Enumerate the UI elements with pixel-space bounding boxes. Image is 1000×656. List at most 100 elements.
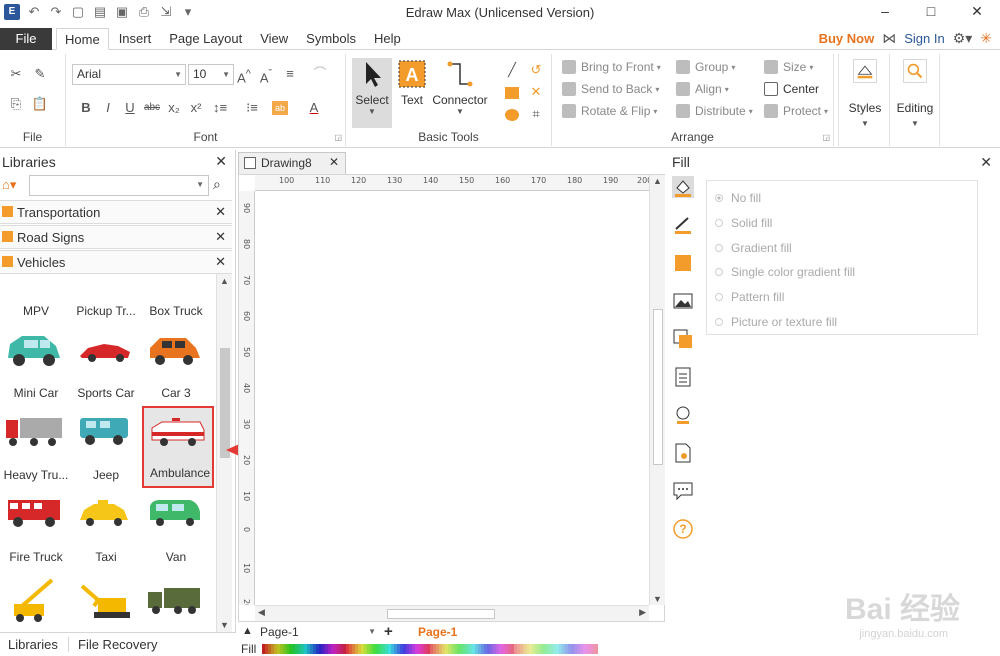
shape-mpv[interactable]: MPV xyxy=(0,274,72,324)
tab-view[interactable]: View xyxy=(252,28,296,50)
scroll-right-icon[interactable]: ▶ xyxy=(639,607,646,618)
scroll-thumb[interactable] xyxy=(653,309,663,465)
tab-libraries[interactable]: Libraries xyxy=(8,637,69,652)
scroll-left-icon[interactable]: ◀ xyxy=(258,607,265,618)
hyperlink-icon[interactable] xyxy=(672,404,694,426)
add-page-icon[interactable]: + xyxy=(384,623,393,640)
superscript-icon[interactable]: x² xyxy=(186,98,206,118)
fill-option-pattern[interactable]: Pattern fill xyxy=(715,290,784,304)
group-button[interactable]: Group ▾ xyxy=(676,56,753,78)
minimize-icon[interactable]: – xyxy=(862,0,908,24)
size-button[interactable]: Size ▾ xyxy=(764,56,828,78)
protect-button[interactable]: Protect ▾ xyxy=(764,100,828,122)
styles-group[interactable]: Styles ▼ xyxy=(838,54,890,146)
italic-icon[interactable]: I xyxy=(98,98,118,118)
strikethrough-icon[interactable]: abc xyxy=(142,98,162,118)
subscript-icon[interactable]: x₂ xyxy=(164,98,184,118)
fill-option-gradient[interactable]: Gradient fill xyxy=(715,241,792,255)
home-icon[interactable]: ⌂▾ xyxy=(2,177,16,193)
shape-fire-truck[interactable]: Fire Truck xyxy=(0,488,72,570)
tab-symbols[interactable]: Symbols xyxy=(298,28,364,50)
search-icon[interactable]: ⌕ xyxy=(213,176,221,193)
shape-taxi[interactable]: Taxi xyxy=(70,488,142,570)
bold-icon[interactable]: B xyxy=(76,98,96,118)
close-icon[interactable]: ✕ xyxy=(954,0,1000,24)
arc-tool-icon[interactable]: ↺ xyxy=(526,60,546,80)
sign-in-link[interactable]: Sign In xyxy=(904,31,944,46)
settings-gear-icon[interactable]: ⚙▾ xyxy=(953,30,973,47)
drawing-canvas[interactable] xyxy=(256,192,649,605)
shape-heavy-truck[interactable]: Heavy Tru... xyxy=(0,406,72,488)
library-category-vehicles[interactable]: Vehicles ✕ xyxy=(0,250,232,274)
attachment-icon[interactable] xyxy=(672,442,694,464)
close-icon[interactable]: ✕ xyxy=(215,153,227,170)
shape-ambulance[interactable]: Ambulance xyxy=(142,406,214,488)
rotate-flip-button[interactable]: Rotate & Flip ▾ xyxy=(562,100,661,122)
color-swatches[interactable] xyxy=(262,644,598,654)
highlight-color-icon[interactable]: ab xyxy=(272,101,288,115)
layers-icon[interactable] xyxy=(672,328,694,350)
page-properties-icon[interactable] xyxy=(672,366,694,388)
shape-van[interactable]: Van xyxy=(140,488,212,570)
send-to-back-button[interactable]: Send to Back ▾ xyxy=(562,78,661,100)
bring-to-front-button[interactable]: Bring to Front ▾ xyxy=(562,56,661,78)
scroll-up-icon[interactable]: ▲ xyxy=(653,176,662,186)
cross-tool-icon[interactable]: ✕ xyxy=(526,82,546,102)
page-tab[interactable]: Page-1 xyxy=(418,625,457,639)
edraw-logo-icon[interactable]: ✳ xyxy=(980,30,992,47)
align-button[interactable]: Align ▾ xyxy=(676,78,753,100)
cut-icon[interactable]: ✂ xyxy=(6,64,26,84)
library-category-transportation[interactable]: Transportation ✕ xyxy=(0,200,232,224)
underline-icon[interactable]: U xyxy=(120,98,140,118)
styles-button[interactable]: Styles ▼ xyxy=(843,58,887,128)
scroll-thumb[interactable] xyxy=(387,609,495,619)
library-category-road-signs[interactable]: Road Signs ✕ xyxy=(0,225,232,249)
connector-button[interactable]: Connector ▼ xyxy=(430,58,490,116)
fill-tool-icon[interactable] xyxy=(672,176,694,198)
rectangle-tool-icon[interactable] xyxy=(502,82,522,102)
shape-crane[interactable] xyxy=(0,570,72,632)
fill-option-no-fill[interactable]: No fill xyxy=(715,191,761,205)
scroll-up-icon[interactable]: ▲ xyxy=(220,276,229,286)
close-icon[interactable]: ✕ xyxy=(215,204,226,220)
bullets-icon[interactable]: ⁝≡ xyxy=(242,98,262,118)
font-color-icon[interactable]: A xyxy=(304,98,324,118)
shape-sports-car[interactable]: Sports Car xyxy=(70,324,142,406)
copy-icon[interactable]: ⎘ xyxy=(6,94,26,114)
shrink-font-icon[interactable]: Aˇ xyxy=(256,64,276,85)
color-swatch[interactable] xyxy=(595,644,598,654)
close-icon[interactable]: ✕ xyxy=(329,155,339,169)
shape-mini-car[interactable]: Mini Car xyxy=(0,324,72,406)
shape-excavator[interactable] xyxy=(70,570,142,632)
font-dialog-launcher-icon[interactable]: ◲ xyxy=(334,133,342,142)
shadow-icon[interactable] xyxy=(672,252,694,274)
editing-button[interactable]: Editing ▼ xyxy=(892,58,938,128)
library-search-input[interactable]: ▼ xyxy=(29,175,209,196)
canvas-vertical-scrollbar[interactable]: ▲ ▼ xyxy=(649,175,665,605)
fill-option-single-color-gradient[interactable]: Single color gradient fill xyxy=(715,265,855,279)
tab-file[interactable]: File xyxy=(0,28,52,50)
tab-page-layout[interactable]: Page Layout xyxy=(161,28,250,50)
editing-group[interactable]: Editing ▼ xyxy=(890,54,940,146)
image-icon[interactable] xyxy=(672,290,694,312)
document-tab[interactable]: Drawing8 ✕ xyxy=(238,152,346,174)
arrange-dialog-launcher-icon[interactable]: ◲ xyxy=(822,133,830,142)
comment-icon[interactable] xyxy=(672,480,694,502)
canvas-horizontal-scrollbar[interactable]: ◀ ▶ xyxy=(255,605,649,621)
help-icon[interactable]: ? xyxy=(672,518,694,540)
close-icon[interactable]: ✕ xyxy=(215,229,226,245)
paste-icon[interactable]: 📋 xyxy=(30,94,50,114)
share-icon[interactable]: ⋈ xyxy=(882,30,896,47)
crop-tool-icon[interactable]: ⌗ xyxy=(526,104,546,124)
shape-box-truck[interactable]: Box Truck xyxy=(140,274,212,324)
scroll-down-icon[interactable]: ▼ xyxy=(220,620,229,630)
shape-military-truck[interactable] xyxy=(140,570,212,632)
tab-file-recovery[interactable]: File Recovery xyxy=(78,637,157,652)
select-button[interactable]: Select ▼ xyxy=(352,58,392,128)
tab-help[interactable]: Help xyxy=(366,28,409,50)
line-spacing-icon[interactable]: ↕≡ xyxy=(210,98,230,118)
shape-jeep[interactable]: Jeep xyxy=(70,406,142,488)
close-icon[interactable]: ✕ xyxy=(980,154,992,171)
page-navigation-icon[interactable]: ▲ xyxy=(242,625,253,637)
tab-home[interactable]: Home xyxy=(56,28,109,50)
